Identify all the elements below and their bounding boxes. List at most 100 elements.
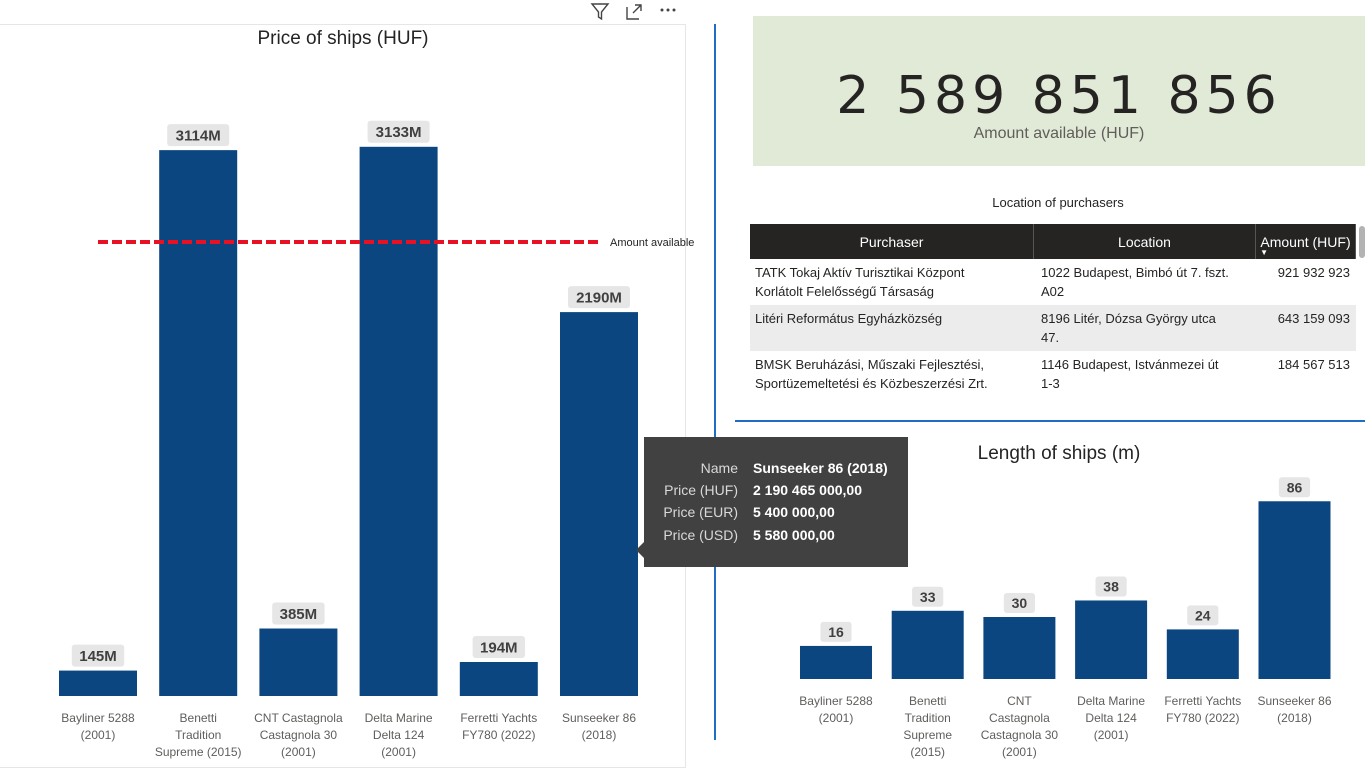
data-label-bg — [1095, 576, 1127, 597]
bar[interactable] — [891, 610, 964, 679]
category-label: Tradition — [175, 728, 221, 742]
category-label: (2018) — [582, 728, 617, 742]
purchasers-table: Purchaser Location Amount (HUF) ▼ TATK T… — [750, 224, 1356, 397]
purchaser-cell: TATK Tokaj Aktív Turisztikai Központ Korl… — [755, 265, 965, 299]
category-label: (2001) — [819, 711, 854, 725]
tooltip-key: Price (EUR) — [663, 504, 738, 520]
price-chart: 145M Bayliner 5288 (2001) 3114M Benetti Tradi… — [59, 120, 694, 759]
location-cell: 8196 Litér, Dózsa György utca 47. — [1041, 311, 1216, 345]
amount-cell: 921 932 923 — [1277, 265, 1350, 280]
column-header-amount[interactable]: Amount (HUF) — [1256, 224, 1356, 259]
table-row[interactable]: TATK Tokaj Aktív Turisztikai Központ Korl… — [750, 259, 1356, 305]
tooltip-row: Price (USD) 5 580 000,00 — [644, 527, 908, 549]
category-label: FY780 (2022) — [1166, 711, 1239, 725]
bar[interactable] — [1075, 600, 1148, 679]
table-title: Location of purchasers — [992, 195, 1124, 210]
bar[interactable] — [800, 645, 872, 679]
bar[interactable] — [259, 628, 338, 696]
purchaser-cell: Litéri Református Egyházközség — [755, 311, 943, 326]
category-label: (2001) — [1002, 745, 1037, 759]
category-label: Castagnola — [989, 711, 1050, 725]
tooltip-value: 5 400 000,00 — [753, 504, 835, 520]
kpi-value: 2 589 851 856 — [836, 66, 1282, 126]
data-label: 38 — [1103, 579, 1119, 595]
category-label: (2001) — [1094, 728, 1129, 742]
bar[interactable] — [359, 146, 438, 696]
purchaser-cell: BMSK Beruházási, Műszaki Fejlesztési, Spo… — [755, 357, 988, 391]
category-label: Ferretti Yachts — [460, 711, 537, 725]
category-label: (2018) — [1277, 711, 1312, 725]
bar[interactable] — [159, 150, 238, 696]
data-label: 3133M — [376, 124, 422, 141]
category-label: Tradition — [905, 711, 951, 725]
bar[interactable] — [59, 670, 137, 696]
table-scrollbar-thumb[interactable] — [1359, 226, 1365, 258]
data-label-bg — [1187, 605, 1219, 626]
data-label: 30 — [1012, 595, 1028, 611]
category-label: Sunseeker 86 — [1257, 694, 1331, 708]
sort-descending-icon: ▼ — [1260, 248, 1268, 257]
tooltip-key: Name — [700, 460, 738, 476]
data-label: 3114M — [176, 128, 221, 145]
category-label: Delta 124 — [373, 728, 425, 742]
kpi-card: 2 589 851 856 Amount available (HUF) — [753, 16, 1365, 166]
category-label: Benetti — [180, 711, 217, 725]
category-label: Supreme — [903, 728, 952, 742]
data-label: 194M — [480, 639, 518, 656]
category-label: Castagnola 30 — [260, 728, 338, 742]
data-label-bg — [820, 621, 852, 642]
bar[interactable] — [560, 312, 638, 696]
category-label: (2001) — [281, 745, 316, 759]
data-label-bg — [912, 586, 944, 607]
data-label: 24 — [1195, 607, 1211, 623]
table-header: Purchaser Location Amount (HUF) ▼ — [750, 224, 1356, 259]
bar[interactable] — [1258, 501, 1331, 679]
reference-line-label: Amount available — [610, 237, 694, 249]
data-label-bg — [1278, 477, 1311, 498]
category-label: Delta Marine — [1077, 694, 1145, 708]
bar[interactable] — [1166, 629, 1239, 679]
category-label: Supreme (2015) — [155, 745, 242, 759]
amount-cell: 643 159 093 — [1277, 311, 1350, 326]
tooltip: Name Sunseeker 86 (2018) Price (HUF) 2 1… — [644, 437, 908, 567]
location-cell: 1022 Budapest, Bimbó út 7. fszt. A02 — [1041, 265, 1229, 299]
category-label: Ferretti Yachts — [1164, 694, 1241, 708]
tooltip-value: 5 580 000,00 — [753, 527, 835, 543]
data-label: 33 — [920, 589, 936, 605]
category-label: Benetti — [909, 694, 946, 708]
category-label: Bayliner 5288 — [799, 694, 873, 708]
vertical-divider — [714, 24, 716, 740]
tooltip-row: Name Sunseeker 86 (2018) — [644, 460, 908, 482]
bar[interactable] — [983, 617, 1056, 679]
location-cell: 1146 Budapest, Istvánmezei út 1-3 — [1041, 357, 1219, 391]
table-row[interactable]: BMSK Beruházási, Műszaki Fejlesztési, Spo… — [750, 351, 1356, 397]
tooltip-row: Price (EUR) 5 400 000,00 — [644, 504, 908, 526]
category-label: Castagnola 30 — [981, 728, 1059, 742]
data-label: 16 — [828, 624, 844, 640]
bar[interactable] — [459, 661, 538, 696]
column-header-purchaser[interactable]: Purchaser — [750, 224, 1034, 259]
horizontal-divider — [735, 420, 1365, 422]
category-label: (2015) — [910, 745, 945, 759]
data-label: 145M — [79, 648, 117, 665]
tooltip-value: Sunseeker 86 (2018) — [753, 460, 888, 476]
category-label: Sunseeker 86 — [562, 711, 636, 725]
category-label: Bayliner 5288 — [61, 711, 135, 725]
tooltip-key: Price (USD) — [663, 527, 738, 543]
column-header-location[interactable]: Location — [1034, 224, 1256, 259]
data-label: 2190M — [576, 290, 622, 307]
table-row[interactable]: Litéri Református Egyházközség 8196 Lité… — [750, 305, 1356, 351]
data-label-bg — [1003, 593, 1035, 613]
category-label: Delta 124 — [1085, 711, 1137, 725]
data-label: 385M — [280, 606, 318, 623]
category-label: (2001) — [81, 728, 116, 742]
category-label: (2001) — [381, 745, 416, 759]
tooltip-row: Price (HUF) 2 190 465 000,00 — [644, 482, 908, 504]
tooltip-value: 2 190 465 000,00 — [753, 482, 862, 498]
category-label: Delta Marine — [365, 711, 433, 725]
kpi-label: Amount available (HUF) — [973, 125, 1145, 142]
category-label: CNT — [1007, 694, 1032, 708]
data-label: 86 — [1287, 479, 1303, 495]
category-label: CNT Castagnola — [254, 711, 343, 725]
amount-cell: 184 567 513 — [1277, 357, 1350, 372]
